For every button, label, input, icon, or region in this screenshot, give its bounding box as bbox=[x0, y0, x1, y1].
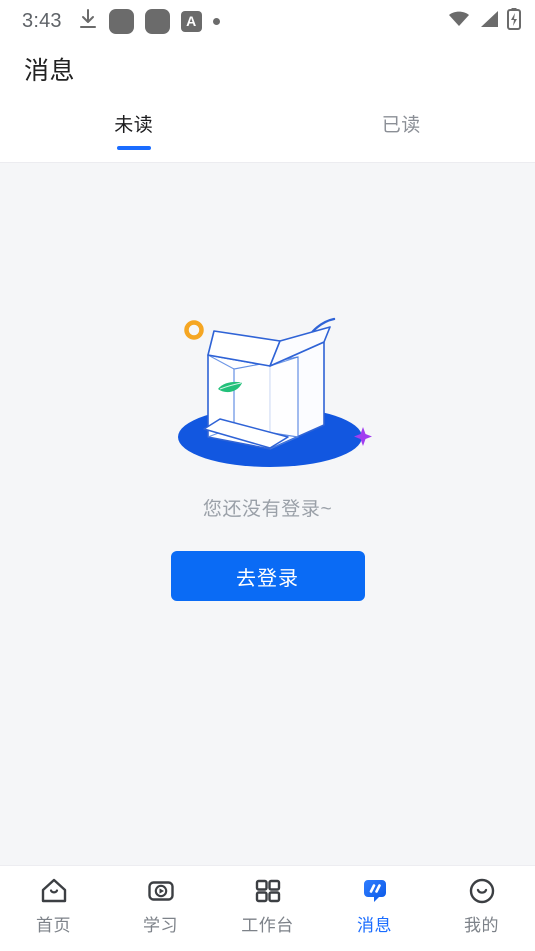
empty-state: 您还没有登录~ 去登录 bbox=[158, 297, 378, 601]
translate-a-icon: A bbox=[180, 10, 202, 32]
message-tabs: 未读 已读 bbox=[0, 96, 535, 163]
message-content-area: 您还没有登录~ 去登录 bbox=[0, 163, 535, 865]
nav-item-home-label: 首页 bbox=[36, 916, 71, 935]
page-title: 消息 bbox=[24, 57, 76, 85]
tab-unread-label: 未读 bbox=[114, 115, 154, 136]
tab-inactive-indicator bbox=[384, 146, 418, 150]
tab-read[interactable]: 已读 bbox=[268, 96, 535, 150]
status-bar-system-icons bbox=[447, 7, 521, 35]
empty-box-illustration bbox=[177, 317, 372, 467]
nav-item-home[interactable]: 首页 bbox=[0, 876, 107, 936]
tab-read-label: 已读 bbox=[381, 115, 421, 136]
grid-apps-icon bbox=[253, 876, 283, 906]
status-bar-notification-icons: A bbox=[78, 8, 220, 35]
status-bar: 3:43 A bbox=[0, 0, 535, 42]
nav-item-mine[interactable]: 我的 bbox=[428, 876, 535, 936]
tab-active-indicator bbox=[116, 146, 151, 150]
nav-item-workbench[interactable]: 工作台 bbox=[214, 876, 321, 936]
nav-item-study[interactable]: 学习 bbox=[107, 876, 214, 936]
download-icon bbox=[78, 8, 98, 35]
bottom-navigation-bar: 首页 学习 工作台 消息 我的 bbox=[0, 865, 535, 951]
nav-item-study-label: 学习 bbox=[143, 916, 178, 935]
smiley-face-icon bbox=[467, 876, 497, 906]
page-header: 消息 bbox=[0, 42, 535, 96]
dot-icon bbox=[212, 17, 220, 25]
message-bubble-icon bbox=[360, 876, 390, 906]
nav-item-mine-label: 我的 bbox=[464, 916, 499, 935]
wifi-icon bbox=[447, 9, 471, 34]
nav-item-messages[interactable]: 消息 bbox=[321, 876, 428, 936]
status-bar-clock: 3:43 bbox=[22, 9, 62, 32]
battery-charging-icon bbox=[507, 7, 521, 35]
home-icon bbox=[39, 876, 69, 906]
app-screen: 3:43 A 消息 未读 已读 您还没有登录~ 去登录 首页 学习 工作台 消息… bbox=[0, 0, 535, 951]
nav-item-messages-label: 消息 bbox=[357, 916, 392, 935]
video-play-icon bbox=[146, 876, 176, 906]
app-square-icon bbox=[108, 8, 134, 34]
tab-unread[interactable]: 未读 bbox=[0, 96, 268, 150]
empty-state-message: 您还没有登录~ bbox=[202, 499, 333, 520]
go-login-button[interactable]: 去登录 bbox=[170, 551, 365, 601]
cellular-signal-icon bbox=[478, 9, 500, 34]
app-square-icon bbox=[144, 8, 170, 34]
nav-item-workbench-label: 工作台 bbox=[241, 916, 294, 935]
